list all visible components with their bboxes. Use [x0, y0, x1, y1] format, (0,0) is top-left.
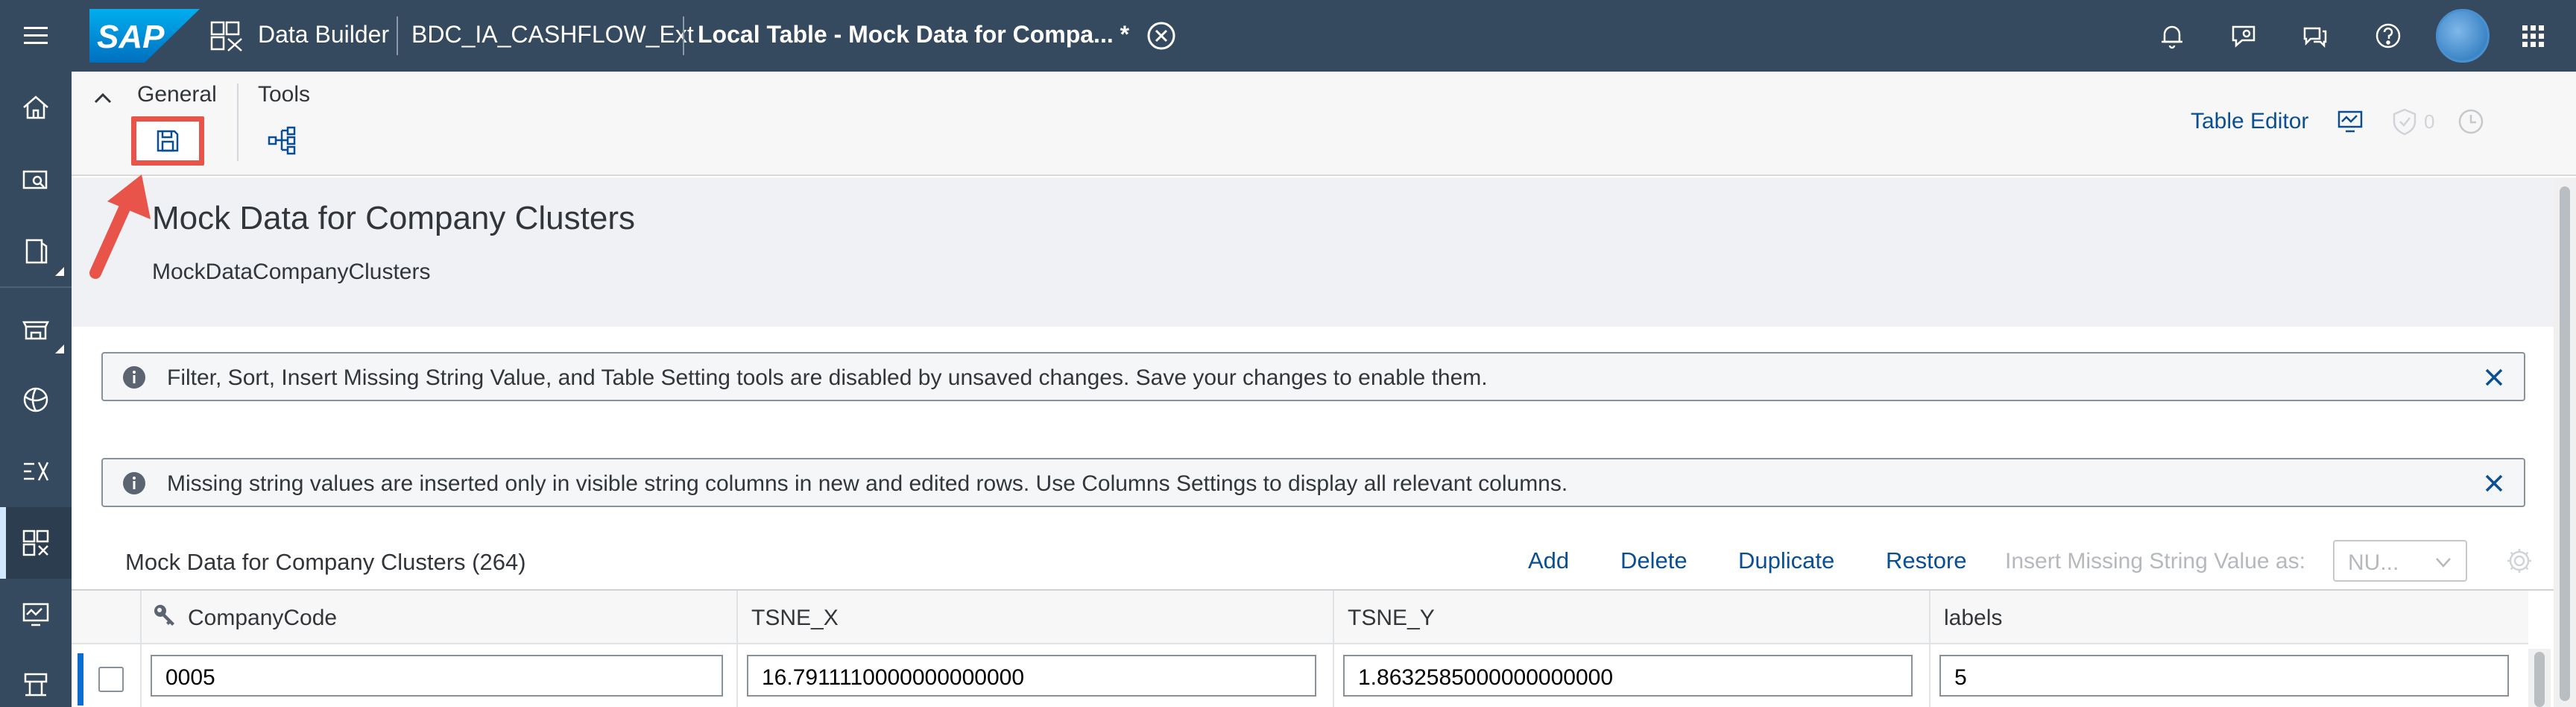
data-builder-app-icon	[209, 19, 244, 52]
app-name[interactable]: Data Builder	[258, 21, 389, 48]
cell-tsne-y: 1.8632585000000000000	[1333, 644, 1929, 707]
info-icon	[123, 472, 145, 494]
row-checkbox[interactable]	[98, 667, 124, 692]
expand-indicator	[55, 345, 64, 354]
strip-message: Filter, Sort, Insert Missing String Valu…	[167, 365, 1488, 390]
column-header-tsne-y[interactable]: TSNE_Y	[1333, 591, 1929, 644]
info-message-strip: Missing string values are inserted only …	[101, 458, 2525, 507]
avatar[interactable]	[2436, 9, 2490, 63]
cell-companycode: 0005	[140, 644, 736, 707]
column-label: labels	[1944, 606, 2003, 630]
key-icon	[154, 605, 174, 626]
impact-lineage-button[interactable]	[259, 121, 304, 160]
restore-button[interactable]: Restore	[1886, 547, 1967, 574]
scrollbar-thumb[interactable]	[2534, 652, 2545, 707]
scrollbar-thumb[interactable]	[2560, 186, 2570, 701]
column-header-tsne-x[interactable]: TSNE_X	[736, 591, 1333, 644]
repository-explorer-icon[interactable]	[0, 143, 72, 215]
grid-header: CompanyCode TSNE_X TSNE_Y labels	[72, 591, 2528, 644]
technical-name: MockDataCompanyClusters	[152, 260, 431, 284]
grid-scrollbar[interactable]	[2528, 649, 2551, 707]
shield-icon: 0	[2390, 104, 2446, 139]
add-button[interactable]: Add	[1528, 547, 1569, 574]
page-title: Mock Data for Company Clusters	[152, 200, 635, 236]
cell-input[interactable]: 0005	[151, 655, 723, 697]
save-button[interactable]	[131, 116, 204, 166]
tab-general[interactable]: General	[137, 82, 217, 107]
svg-text:SAP: SAP	[97, 19, 165, 55]
table-settings-button[interactable]	[2498, 540, 2540, 582]
delete-button[interactable]: Delete	[1620, 547, 1688, 574]
data-grid: CompanyCode TSNE_X TSNE_Y labels 0005 16…	[72, 589, 2561, 707]
cell-value: 16.7911110000000000000	[762, 665, 1025, 690]
column-label: TSNE_Y	[1348, 606, 1435, 630]
menu-icon[interactable]	[0, 0, 72, 72]
product-switch-icon[interactable]	[2515, 18, 2551, 54]
history-icon	[2454, 104, 2488, 139]
cell-value: 0005	[165, 665, 215, 690]
lineage-icon	[268, 126, 296, 155]
data-integration-icon[interactable]	[0, 436, 72, 507]
feedback-icon[interactable]	[2226, 18, 2261, 54]
insert-missing-label: Insert Missing String Value as:	[2005, 549, 2305, 574]
data-access-icon[interactable]	[0, 364, 72, 436]
insert-missing-select[interactable]: NU...	[2333, 540, 2467, 582]
page-scrollbar[interactable]	[2554, 177, 2576, 707]
chevron-down-icon	[2436, 558, 2451, 568]
help-chat-icon[interactable]	[2297, 18, 2333, 54]
close-icon[interactable]	[2482, 365, 2506, 389]
divider	[397, 16, 398, 55]
gear-icon	[2507, 549, 2531, 573]
save-icon	[157, 130, 179, 152]
cell-value: 1.8632585000000000000	[1358, 665, 1614, 690]
arrow-annotation	[89, 175, 151, 279]
divider	[237, 84, 239, 161]
duplicate-button[interactable]: Duplicate	[1738, 547, 1834, 574]
cell-input[interactable]: 16.7911110000000000000	[747, 655, 1316, 697]
cell-labels: 5	[1929, 644, 2528, 707]
close-tab-icon[interactable]	[1145, 19, 1178, 52]
table-title: Mock Data for Company Clusters (264)	[125, 549, 526, 575]
marketplace-icon[interactable]	[0, 292, 72, 364]
column-header-companycode[interactable]: CompanyCode	[140, 591, 736, 644]
expand-indicator	[55, 267, 64, 276]
column-label: TSNE_X	[751, 606, 839, 630]
chevron-up-icon[interactable]	[91, 87, 115, 110]
divider	[0, 286, 72, 288]
side-navigation	[0, 72, 72, 707]
space-name[interactable]: BDC_IA_CASHFLOW_Ext	[411, 21, 694, 48]
close-icon[interactable]	[2482, 471, 2506, 495]
divider	[683, 16, 684, 55]
notification-icon[interactable]	[2154, 18, 2190, 54]
table-row: 0005 16.7911110000000000000 1.8632585000…	[72, 644, 2528, 707]
info-message-strip: Filter, Sort, Insert Missing String Valu…	[101, 352, 2525, 401]
sap-logo[interactable]: SAP	[89, 9, 200, 63]
cell-tsne-x: 16.7911110000000000000	[736, 644, 1333, 707]
shell-bar: SAP Data Builder BDC_IA_CASHFLOW_Ext Loc…	[0, 0, 2576, 72]
data-builder-icon[interactable]	[0, 507, 72, 579]
space-management-icon[interactable]	[0, 650, 72, 707]
info-icon	[123, 366, 145, 389]
column-header-labels[interactable]: labels	[1929, 591, 2528, 644]
select-value: NU...	[2348, 550, 2399, 575]
cell-input[interactable]: 5	[1939, 655, 2509, 697]
data-integration-monitor-icon[interactable]	[0, 579, 72, 650]
cell-input[interactable]: 1.8632585000000000000	[1343, 655, 1913, 697]
object-header: Mock Data for Company Clusters MockDataC…	[72, 177, 2554, 327]
badge-count: 0	[2424, 110, 2435, 133]
tab-tools[interactable]: Tools	[258, 82, 310, 107]
table-editor-link[interactable]: Table Editor	[2191, 109, 2308, 134]
document-tab[interactable]: Local Table - Mock Data for Compa... *	[698, 21, 1129, 48]
cell-value: 5	[1954, 665, 1967, 690]
row-highlight	[78, 653, 83, 706]
help-icon[interactable]	[2370, 18, 2406, 54]
toolbar: General Tools Table Editor 0	[72, 72, 2576, 176]
data-preview-icon[interactable]	[2333, 104, 2367, 139]
home-icon[interactable]	[0, 72, 72, 143]
catalog-icon[interactable]	[0, 215, 72, 286]
column-label: CompanyCode	[188, 606, 338, 630]
strip-message: Missing string values are inserted only …	[167, 471, 1568, 496]
